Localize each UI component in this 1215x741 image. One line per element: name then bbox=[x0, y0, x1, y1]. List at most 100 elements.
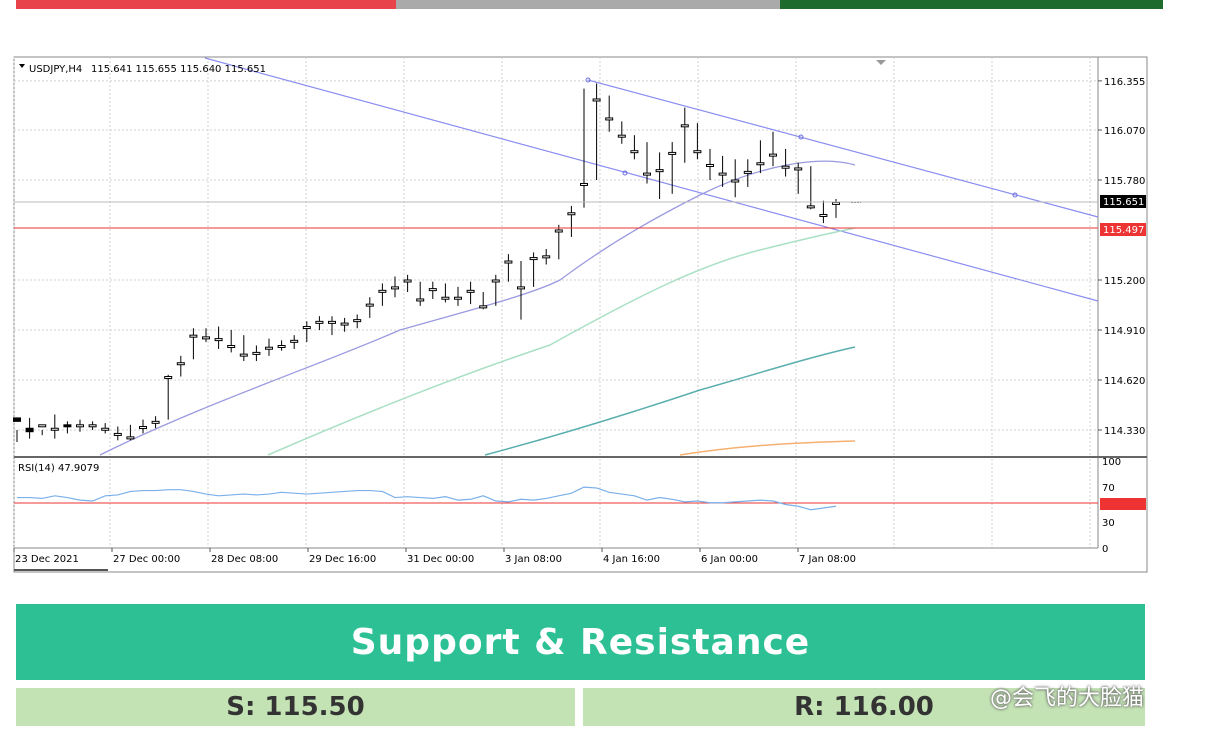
x-tick-label: 6 Jan 00:00 bbox=[701, 554, 758, 565]
candle-body bbox=[504, 260, 513, 264]
rsi-tick-label: 70 bbox=[1102, 483, 1115, 494]
ohlc-label: 115.641 115.655 115.640 115.651 bbox=[91, 64, 266, 75]
candle-body bbox=[743, 170, 752, 174]
rsi-50-box bbox=[1100, 498, 1146, 510]
candle-body bbox=[819, 213, 828, 217]
support-price-label: 115.497 bbox=[1103, 225, 1144, 236]
y-tick-label: 116.070 bbox=[1104, 126, 1145, 137]
rsi-tick-label: 30 bbox=[1102, 518, 1115, 529]
candle-body bbox=[227, 345, 236, 349]
candle-body bbox=[592, 98, 601, 102]
candle-body bbox=[38, 424, 47, 428]
x-tick-label: 4 Jan 16:00 bbox=[603, 554, 660, 565]
candle-body bbox=[189, 334, 198, 338]
candle-body bbox=[806, 205, 815, 209]
candle-body bbox=[176, 362, 185, 366]
candle-body bbox=[239, 353, 248, 357]
header-bar-green bbox=[780, 0, 1163, 9]
candle-body bbox=[832, 201, 840, 205]
candle-body bbox=[479, 305, 488, 309]
candle-body bbox=[164, 376, 173, 380]
candle-body bbox=[554, 229, 563, 233]
x-tick-label: 28 Dec 08:00 bbox=[211, 554, 278, 565]
support-box: S: 115.50 bbox=[16, 688, 575, 726]
y-tick-label: 116.355 bbox=[1104, 77, 1145, 88]
y-tick-label: 115.780 bbox=[1104, 176, 1145, 187]
support-resistance-banner: Support & Resistance bbox=[16, 604, 1145, 680]
candle-body bbox=[277, 345, 286, 349]
candle-body bbox=[706, 163, 714, 167]
candle-body bbox=[693, 150, 702, 154]
candle-body bbox=[781, 165, 790, 169]
y-tick-label: 114.620 bbox=[1104, 376, 1145, 387]
candle-body bbox=[50, 427, 59, 431]
candle-body bbox=[794, 167, 803, 171]
candle-body bbox=[580, 182, 588, 186]
y-tick-label: 115.200 bbox=[1104, 276, 1145, 287]
header-bar-grey bbox=[396, 0, 780, 9]
candle-body bbox=[252, 351, 261, 355]
x-tick-label: 31 Dec 00:00 bbox=[407, 554, 474, 565]
candle-body bbox=[378, 289, 387, 293]
candle-body bbox=[630, 150, 639, 154]
candle-body bbox=[403, 279, 412, 283]
candle-body bbox=[466, 289, 475, 293]
candle-body bbox=[25, 427, 34, 433]
candle-body bbox=[88, 424, 97, 428]
y-tick-label: 114.330 bbox=[1104, 426, 1145, 437]
candle-body bbox=[655, 169, 664, 173]
candle-body bbox=[126, 436, 135, 440]
candle-body bbox=[63, 424, 72, 428]
resistance-value: R: 116.00 bbox=[794, 692, 934, 722]
candle-body bbox=[265, 346, 273, 350]
candle-body bbox=[718, 172, 727, 176]
candle-body bbox=[113, 432, 122, 436]
x-tick-label: 27 Dec 00:00 bbox=[113, 554, 180, 565]
y-tick-label: 114.910 bbox=[1104, 326, 1145, 337]
candle-body bbox=[76, 424, 84, 428]
candle-body bbox=[567, 212, 576, 216]
candle-body bbox=[454, 296, 462, 300]
candle-body bbox=[617, 134, 626, 138]
rsi-label: RSI(14) 47.9079 bbox=[18, 463, 99, 474]
candle-body bbox=[769, 153, 777, 157]
rsi-tick-label: 0 bbox=[1102, 544, 1108, 555]
x-tick-label: 3 Jan 08:00 bbox=[505, 554, 562, 565]
candle-body bbox=[139, 426, 147, 430]
candle-body bbox=[13, 417, 21, 422]
candle-body bbox=[756, 162, 765, 166]
candle-body bbox=[340, 322, 349, 326]
candle-body bbox=[101, 427, 110, 431]
candle-body bbox=[542, 255, 551, 259]
candle-body bbox=[668, 151, 677, 155]
symbol-label: USDJPY,H4 bbox=[29, 64, 82, 75]
candle-body bbox=[416, 298, 425, 302]
candle-body bbox=[315, 320, 324, 324]
candle-body bbox=[214, 338, 223, 342]
candle-body bbox=[605, 117, 614, 121]
candle-body bbox=[328, 320, 336, 324]
candle-body bbox=[365, 303, 374, 307]
rsi-tick-label: 100 bbox=[1102, 457, 1121, 468]
support-value: S: 115.50 bbox=[226, 692, 365, 722]
candle-body bbox=[643, 172, 651, 176]
candle-body bbox=[353, 319, 362, 323]
candle-body bbox=[302, 326, 311, 330]
candle-body bbox=[680, 124, 689, 128]
candle-body bbox=[491, 279, 500, 283]
watermark: @会飞的大脸猫 bbox=[990, 686, 1145, 711]
chart-frame bbox=[13, 56, 1148, 573]
candle-body bbox=[290, 339, 299, 343]
candle-body bbox=[151, 420, 160, 424]
header-bar-red bbox=[16, 0, 396, 9]
candle-body bbox=[529, 257, 538, 261]
candle-body bbox=[391, 286, 399, 290]
candle-body bbox=[441, 296, 450, 300]
x-tick-label: 7 Jan 08:00 bbox=[799, 554, 856, 565]
x-tick-label: 29 Dec 16:00 bbox=[309, 554, 376, 565]
price-chart[interactable]: 116.355 116.070 115.780 115.200 114.910 114.6… bbox=[0, 55, 1150, 575]
current-price-label: 115.651 bbox=[1103, 197, 1144, 208]
candle-body bbox=[731, 179, 740, 183]
candle-body bbox=[517, 286, 525, 290]
x-tick-label: 23 Dec 2021 bbox=[15, 554, 79, 565]
